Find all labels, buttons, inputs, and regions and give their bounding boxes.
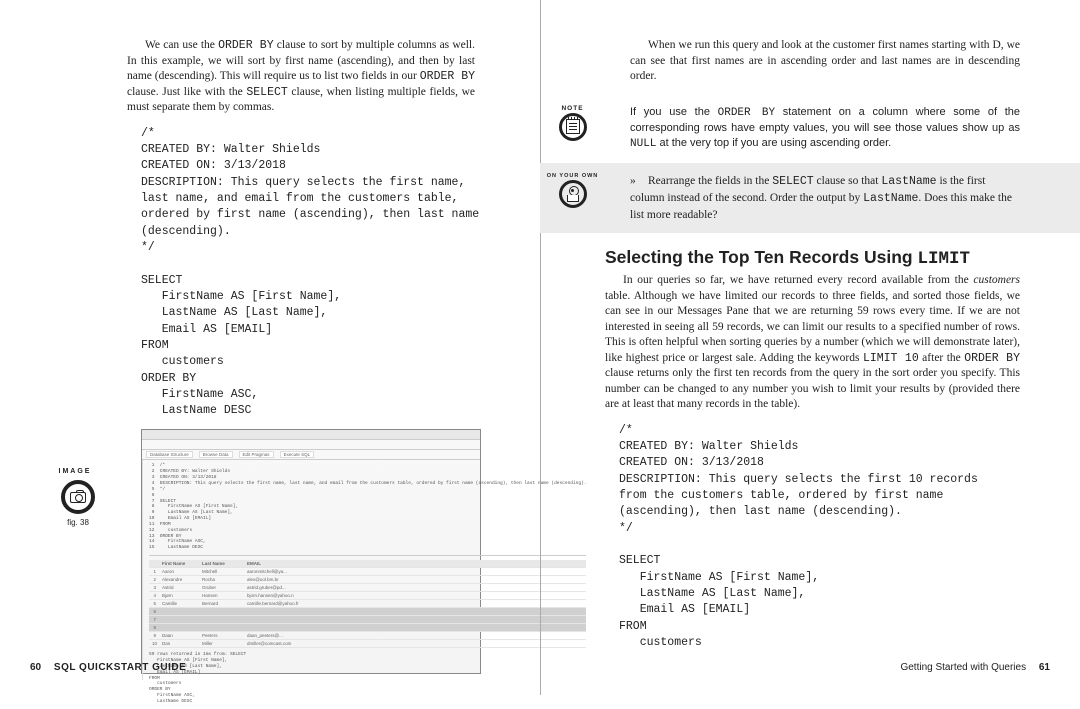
t: When we run this query and look at the c… <box>630 39 1020 82</box>
code-limit: LIMIT <box>917 249 970 269</box>
notepad-icon <box>559 113 587 141</box>
code-order-by: ORDER BY <box>964 352 1020 365</box>
section-heading: Selecting the Top Ten Records Using LIMI… <box>605 247 1020 269</box>
footer-right: Getting Started with Queries 61 <box>900 662 1050 673</box>
code-order-by: ORDER BY <box>218 39 274 52</box>
left-intro-paragraph: We can use the ORDER BY clause to sort b… <box>127 38 475 116</box>
ss-tab: Browse Data <box>199 451 233 458</box>
book-title: SQL QUICKSTART GUIDE <box>54 662 186 673</box>
ss-messages: 59 rows returned in 1ms from: SELECT Fir… <box>149 652 586 709</box>
t: clause so that <box>814 175 882 187</box>
t: If you use the <box>630 106 718 118</box>
code-lastname: LastName <box>863 192 918 205</box>
note-text: If you use the ORDER BY statement on a c… <box>605 105 1020 153</box>
chapter-title: Getting Started with Queries <box>900 662 1026 673</box>
on-your-own-callout: ON YOUR OWN »Rearrange the fields in the… <box>540 163 1080 233</box>
t: We can use the <box>145 39 218 51</box>
code-order-by: ORDER BY <box>420 70 475 83</box>
table-row: 10DanMillerdmiller@comcast.com <box>149 640 586 648</box>
th <box>149 560 159 567</box>
table-row: 7 <box>149 616 586 624</box>
ss-sql-pane: 1 /* 2 CREATED BY: Walter Shields 3 CREA… <box>149 463 586 556</box>
t: Rearrange the fields in the <box>648 175 772 187</box>
person-book-icon <box>559 180 587 208</box>
t: after the <box>919 352 964 364</box>
ss-tab: Database Structure <box>146 451 193 458</box>
page-number: 60 <box>30 662 41 673</box>
ss-result-table: First Name Last Name EMAIL 1AaronMitchel… <box>149 560 586 648</box>
th: Last Name <box>199 560 244 567</box>
t: clause. Just like with the <box>127 86 246 98</box>
table-row: 8 <box>149 624 586 632</box>
table-row: 6 <box>149 608 586 616</box>
t: clause returns only the first ten record… <box>605 367 1020 410</box>
ss-tab: Execute SQL <box>280 451 315 458</box>
t: at the very top if you are using ascendi… <box>656 137 891 149</box>
code-limit10: LIMIT 10 <box>863 352 919 365</box>
code-null: NULL <box>630 138 656 150</box>
ss-tab-row: Database Structure Browse Data Edit Prag… <box>142 450 480 460</box>
code-select: SELECT <box>772 175 813 188</box>
table-row: 1AaronMitchellaaronmitchell@ya... <box>149 568 586 576</box>
code-select: SELECT <box>246 86 287 99</box>
t: Selecting the Top Ten Records Using <box>605 247 917 267</box>
db-browser-screenshot: Database Structure Browse Data Edit Prag… <box>141 429 481 674</box>
image-callout: IMAGE fig. 38 <box>58 480 98 527</box>
table-row: 9DaanPeetersdaan_peeters@... <box>149 632 586 640</box>
image-arc-label: IMAGE <box>54 468 96 475</box>
ss-tab: Edit Pragmas <box>239 451 274 458</box>
table-row: 3AstridGruberastrid.gruber@pd... <box>149 584 586 592</box>
note-arc: NOTE <box>561 105 583 112</box>
t: In our queries so far, we have returned … <box>623 274 973 286</box>
code-order-by: ORDER BY <box>718 107 775 119</box>
right-intro-paragraph: When we run this query and look at the c… <box>630 38 1020 85</box>
oyo-text: »Rearrange the fields in the SELECT clau… <box>605 173 1020 223</box>
oyo-arc: ON YOUR OWN <box>547 173 599 179</box>
code-lastname: LastName <box>881 175 936 188</box>
left-sql-block: /* CREATED BY: Walter Shields CREATED ON… <box>141 126 475 420</box>
table-row: 5CamilleBernardcamille.bernard@yahoo.fr <box>149 600 586 608</box>
right-sql-block: /* CREATED BY: Walter Shields CREATED ON… <box>619 423 1020 652</box>
note-callout: NOTE If you use the ORDER BY statement o… <box>540 95 1080 163</box>
page-left: We can use the ORDER BY clause to sort b… <box>0 0 540 695</box>
table-row: 4BjørnHansenbjorn.hansen@yahoo.n <box>149 592 586 600</box>
th: EMAIL <box>244 560 586 567</box>
th: First Name <box>159 560 199 567</box>
right-body-paragraph: In our queries so far, we have returned … <box>605 273 1020 413</box>
camera-icon <box>61 480 95 514</box>
page-right: When we run this query and look at the c… <box>540 0 1080 695</box>
page-number: 61 <box>1039 662 1050 673</box>
figure-label: fig. 38 <box>58 518 98 527</box>
table-row: 2AlexandreRochaalex@uol.bm.br <box>149 576 586 584</box>
italic-customers: customers <box>973 274 1020 286</box>
footer-left: 60 SQL QUICKSTART GUIDE <box>30 662 186 673</box>
